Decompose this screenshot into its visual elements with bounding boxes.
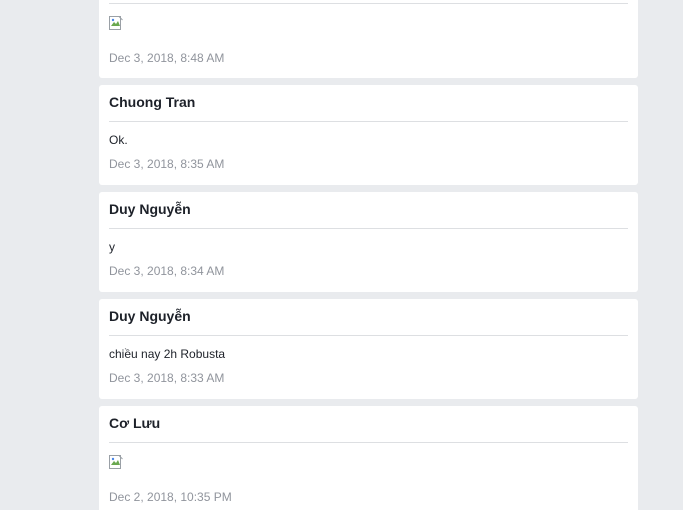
- post-card: Duy Nguyễn chiều nay 2h Robusta Dec 3, 2…: [99, 299, 638, 399]
- post-author[interactable]: Duy Nguyễn: [109, 308, 191, 324]
- post-divider: [109, 335, 628, 336]
- post-card: Duy Nguyễn y Dec 3, 2018, 8:34 AM: [99, 192, 638, 292]
- post-author[interactable]: Chuong Tran: [109, 94, 195, 110]
- post-timestamp[interactable]: Dec 3, 2018, 8:34 AM: [109, 264, 224, 278]
- post-card: Cơ Lưu Dec 2, 2018, 10:35 PM: [99, 406, 638, 510]
- post-card: Dec 3, 2018, 8:48 AM: [99, 0, 638, 78]
- post-author[interactable]: Duy Nguyễn: [109, 201, 191, 217]
- post-timestamp[interactable]: Dec 3, 2018, 8:33 AM: [109, 371, 224, 385]
- post-timestamp[interactable]: Dec 3, 2018, 8:35 AM: [109, 157, 224, 171]
- post-text: chiều nay 2h Robusta: [109, 347, 226, 361]
- post-divider: [109, 442, 628, 443]
- post-card: Chuong Tran Ok. Dec 3, 2018, 8:35 AM: [99, 85, 638, 185]
- broken-image-icon[interactable]: [109, 455, 123, 469]
- post-text: Ok.: [109, 133, 128, 147]
- post-author[interactable]: Cơ Lưu: [109, 415, 160, 431]
- post-timestamp[interactable]: Dec 3, 2018, 8:48 AM: [109, 51, 224, 65]
- post-divider: [109, 121, 628, 122]
- broken-image-icon[interactable]: [109, 16, 123, 30]
- post-text: y: [109, 240, 115, 254]
- post-divider: [109, 228, 628, 229]
- comment-feed: Dec 3, 2018, 8:48 AM Chuong Tran Ok. Dec…: [0, 0, 683, 510]
- post-timestamp[interactable]: Dec 2, 2018, 10:35 PM: [109, 490, 232, 504]
- post-divider: [109, 3, 628, 4]
